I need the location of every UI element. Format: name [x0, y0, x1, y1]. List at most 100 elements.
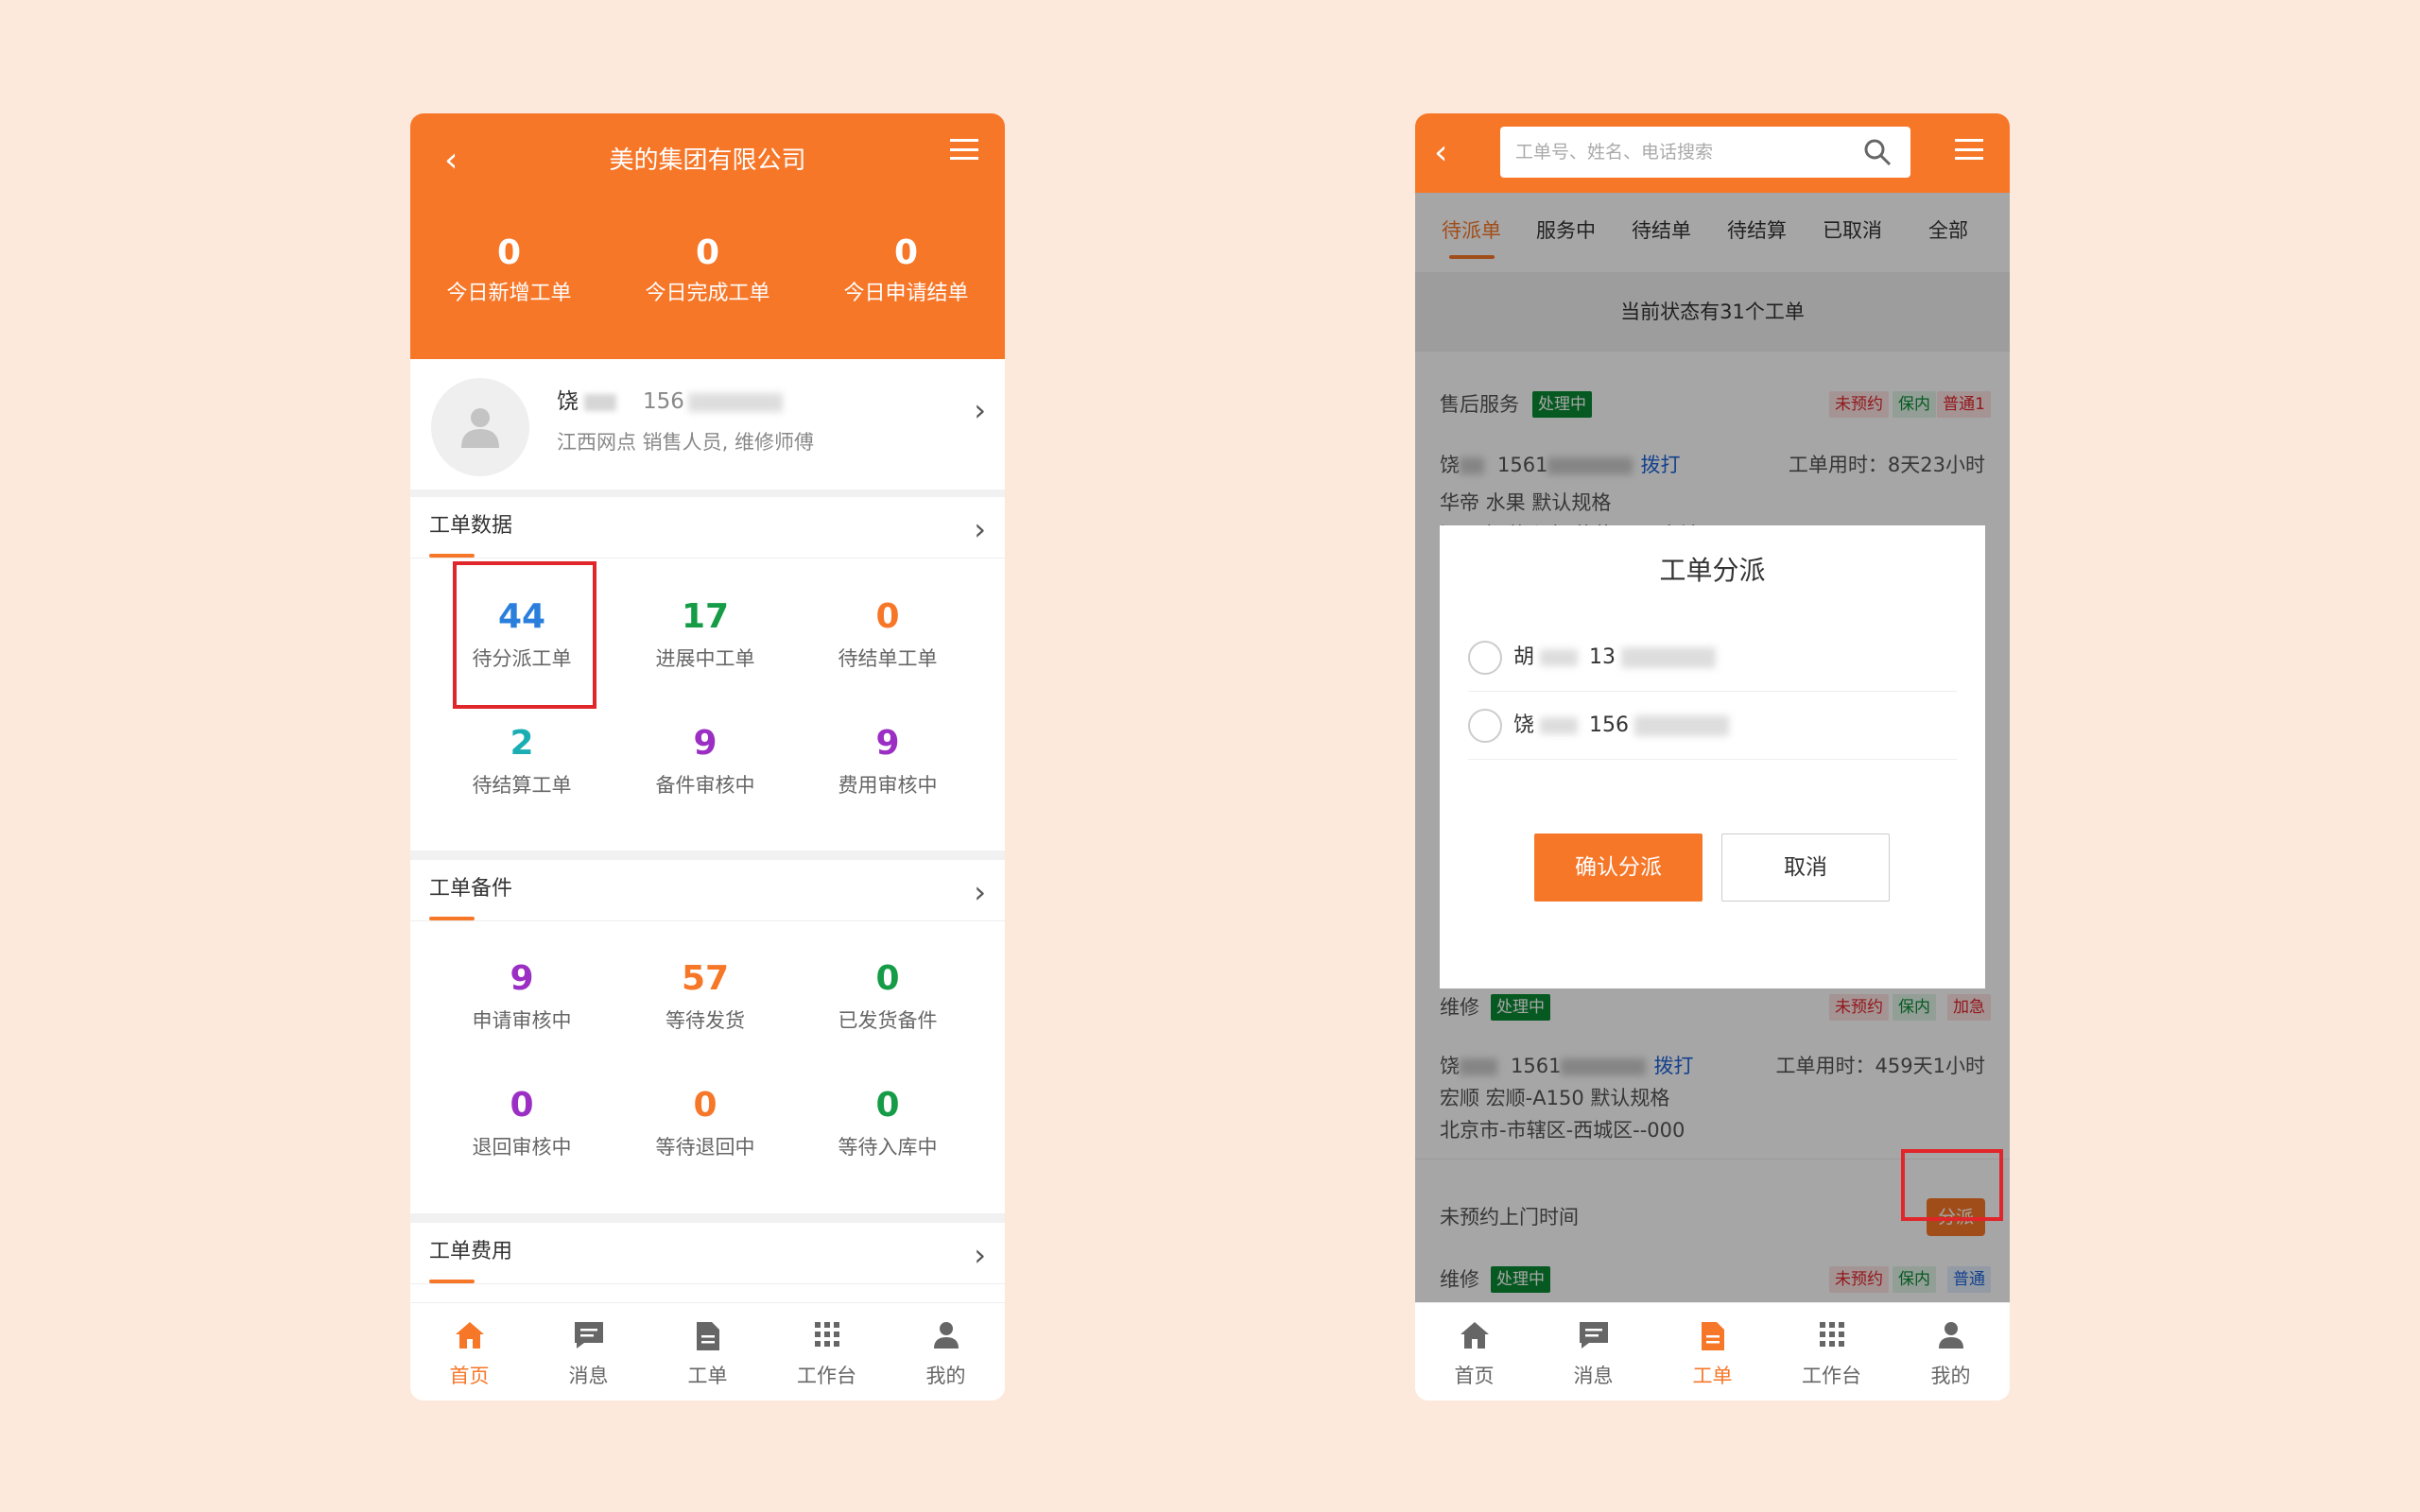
confirm-dispatch-button[interactable]: 确认分派 [1534, 833, 1703, 902]
tab-workbench[interactable]: 工作台 [1772, 1303, 1891, 1400]
section-line [410, 920, 1005, 921]
user-placeholder-icon [461, 408, 499, 448]
cancel-button[interactable]: 取消 [1721, 833, 1890, 902]
stat-value: 9 [875, 724, 900, 763]
stat-label: 备件审核中 [655, 774, 755, 797]
stat-label: 费用审核中 [838, 774, 938, 797]
bottom-tabbar: 首页 消息 工单 工作台 我的 [1415, 1302, 2010, 1400]
divider [410, 1213, 1005, 1223]
divider [410, 850, 1005, 860]
modal-title: 工单分派 [1659, 555, 1766, 586]
tab-label: 消息 [568, 1365, 609, 1387]
radio-button[interactable] [1468, 709, 1502, 743]
bottom-tabbar: 首页 消息 工单 工作台 我的 [410, 1302, 1005, 1400]
home-header: ‹ 美的集团有限公司 0 今日新增工单 0 今日完成工单 0 今日申请结单 [410, 113, 1005, 359]
user-roles: 江西网点 销售人员, 维修师傅 [557, 431, 815, 454]
dispatch-modal: 工单分派 胡 13 饶 156 确认分派 取消 [1440, 525, 1985, 988]
radio-button[interactable] [1468, 641, 1502, 675]
stat-return-review[interactable]: 0 退回审核中 [446, 1085, 597, 1162]
tab-me[interactable]: 我的 [1892, 1303, 2010, 1400]
assignee-name: 胡 [1513, 641, 1579, 675]
assignee-option[interactable]: 饶 156 [1468, 692, 1957, 760]
stat-label: 等待发货 [666, 1009, 745, 1032]
search-placeholder: 工单号、姓名、电话搜索 [1515, 142, 1714, 163]
stat-label: 申请审核中 [472, 1009, 572, 1032]
menu-icon[interactable] [1955, 139, 1983, 160]
message-icon [574, 1322, 603, 1349]
tab-workorders[interactable]: 工单 [648, 1303, 767, 1400]
stat-value: 0 [693, 1086, 717, 1125]
stat-in-progress[interactable]: 17 进展中工单 [630, 596, 781, 674]
stat-label: 退回审核中 [472, 1136, 572, 1159]
tab-workorders[interactable]: 工单 [1653, 1303, 1772, 1400]
chevron-right-icon[interactable]: › [974, 395, 986, 425]
stat-awaiting-return[interactable]: 0 等待退回中 [630, 1085, 781, 1162]
list-header: ‹ 工单号、姓名、电话搜索 [1415, 113, 2010, 193]
chevron-right-icon[interactable]: › [974, 1240, 986, 1270]
grid-icon [814, 1322, 839, 1347]
stat-label: 等待入库中 [838, 1136, 938, 1159]
stat-pending-settlement[interactable]: 2 待结算工单 [446, 723, 597, 800]
section-title-workorder-parts[interactable]: 工单备件 [429, 875, 512, 903]
stat-completed-today[interactable]: 0 今日完成工单 [609, 232, 806, 310]
tab-home[interactable]: 首页 [1415, 1303, 1533, 1400]
menu-icon[interactable] [950, 139, 978, 160]
stat-label: 进展中工单 [655, 647, 755, 670]
stat-value: 9 [510, 959, 534, 998]
stat-value: 17 [681, 597, 730, 636]
section-title-workorder-data[interactable]: 工单数据 [429, 512, 512, 541]
home-icon [1460, 1322, 1489, 1349]
tab-workbench[interactable]: 工作台 [768, 1303, 886, 1400]
stat-awaiting-stock-in[interactable]: 0 等待入库中 [812, 1085, 963, 1162]
stat-new-today[interactable]: 0 今日新增工单 [410, 232, 608, 310]
stat-value: 2 [510, 724, 534, 763]
stat-value: 0 [875, 1086, 900, 1125]
tab-messages[interactable]: 消息 [1534, 1303, 1652, 1400]
tab-messages[interactable]: 消息 [529, 1303, 648, 1400]
stat-parts-review[interactable]: 9 备件审核中 [630, 723, 781, 800]
chevron-right-icon[interactable]: › [974, 514, 986, 544]
tab-home[interactable]: 首页 [410, 1303, 528, 1400]
stat-value: 9 [693, 724, 717, 763]
user-name: 饶 [557, 386, 622, 418]
stat-shipped-parts[interactable]: 0 已发货备件 [812, 958, 963, 1036]
stat-apply-review[interactable]: 9 申请审核中 [446, 958, 597, 1036]
back-icon[interactable]: ‹ [1434, 134, 1447, 172]
user-icon [933, 1322, 959, 1349]
stat-label: 已发货备件 [838, 1009, 938, 1032]
assignee-name: 饶 [1513, 709, 1579, 743]
stat-close-requests-today[interactable]: 0 今日申请结单 [807, 232, 1005, 310]
stat-label: 等待退回中 [655, 1136, 755, 1159]
stat-label: 待结单工单 [838, 647, 938, 670]
grid-icon [1819, 1322, 1844, 1347]
home-screen: ‹ 美的集团有限公司 0 今日新增工单 0 今日完成工单 0 今日申请结单 饶 … [410, 113, 1005, 1400]
stat-fee-review[interactable]: 9 费用审核中 [812, 723, 963, 800]
user-card[interactable]: 饶 156 江西网点 销售人员, 维修师傅 › [410, 359, 1005, 490]
stat-value: 57 [681, 959, 730, 998]
assignee-option[interactable]: 胡 13 [1468, 624, 1957, 692]
stat-pending-close[interactable]: 0 待结单工单 [812, 596, 963, 674]
tab-label: 首页 [1454, 1365, 1495, 1387]
search-icon [1864, 139, 1892, 166]
workorder-list-screen: ‹ 工单号、姓名、电话搜索 待派单 服务中 待结单 待结算 已取消 全部 当前状… [1415, 113, 2010, 1400]
tab-label: 消息 [1573, 1365, 1614, 1387]
user-phone: 156 [643, 386, 783, 418]
tab-label: 工单 [1692, 1365, 1733, 1387]
tab-label: 工作台 [1802, 1365, 1861, 1387]
highlight-box [453, 561, 596, 709]
tab-label: 我的 [1930, 1365, 1971, 1387]
stat-value: 0 [510, 1086, 534, 1125]
divider [410, 490, 1005, 497]
tab-label: 首页 [449, 1365, 490, 1387]
search-input[interactable]: 工单号、姓名、电话搜索 [1500, 127, 1910, 178]
document-icon [696, 1322, 719, 1350]
tab-me[interactable]: 我的 [887, 1303, 1005, 1400]
chevron-right-icon[interactable]: › [974, 877, 986, 907]
stat-value: 0 [875, 959, 900, 998]
stat-awaiting-shipment[interactable]: 57 等待发货 [630, 958, 781, 1036]
stat-value: 0 [875, 597, 900, 636]
section-title-workorder-fees[interactable]: 工单费用 [429, 1238, 512, 1266]
assignee-phone: 156 [1589, 709, 1729, 743]
section-line [410, 1283, 1005, 1284]
home-icon [455, 1322, 484, 1349]
